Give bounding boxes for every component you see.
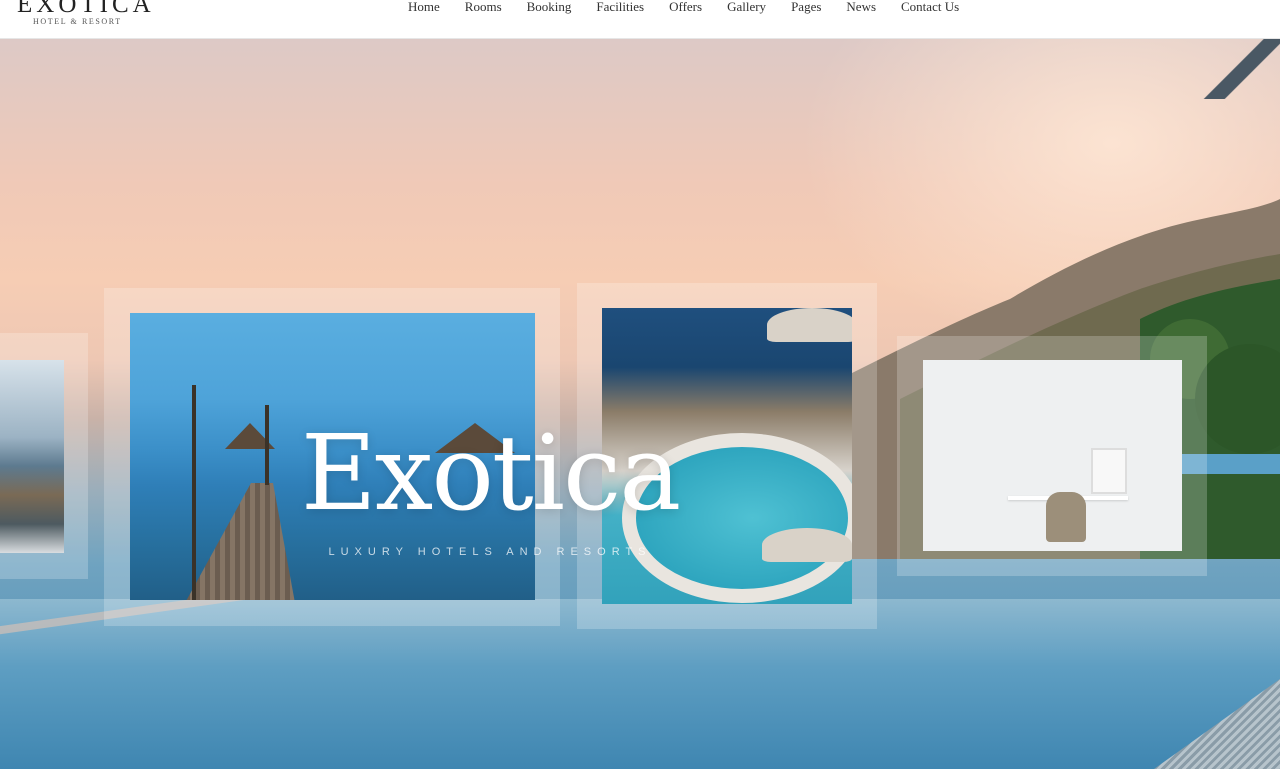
nav-item-contact[interactable]: Contact Us: [901, 0, 959, 16]
parasol: [767, 308, 852, 342]
pier-lamp: [265, 405, 269, 485]
gallery-photo-room[interactable]: [923, 360, 1182, 551]
parasol: [762, 528, 852, 562]
wall-picture: [1091, 448, 1127, 494]
main-nav: Home Rooms Booking Facilities Offers Gal…: [396, 0, 984, 16]
nav-item-facilities[interactable]: Facilities: [596, 0, 644, 16]
nav-item-rooms[interactable]: Rooms: [465, 0, 502, 16]
chair: [1046, 492, 1086, 542]
logo-sub-text: HOTEL & RESORT: [33, 17, 122, 26]
hero-title: Exotica: [300, 412, 682, 534]
nav-item-gallery[interactable]: Gallery: [727, 0, 766, 16]
site-header: EXOTICA HOTEL & RESORT Home Rooms Bookin…: [0, 0, 1280, 39]
pier-lamp: [192, 385, 196, 600]
nav-item-news[interactable]: News: [846, 0, 876, 16]
nav-item-offers[interactable]: Offers: [669, 0, 702, 16]
nav-item-booking[interactable]: Booking: [527, 0, 572, 16]
gallery-photo-coast[interactable]: [0, 360, 64, 553]
nav-item-pages[interactable]: Pages: [791, 0, 821, 16]
umbrella-edge: [1200, 39, 1280, 99]
hero-section: Exotica LUXURY HOTELS AND RESORTS: [0, 39, 1280, 769]
site-logo[interactable]: EXOTICA HOTEL & RESORT: [17, 0, 157, 31]
hero-subtitle: LUXURY HOTELS AND RESORTS: [328, 546, 652, 558]
nav-item-home[interactable]: Home: [408, 0, 440, 16]
